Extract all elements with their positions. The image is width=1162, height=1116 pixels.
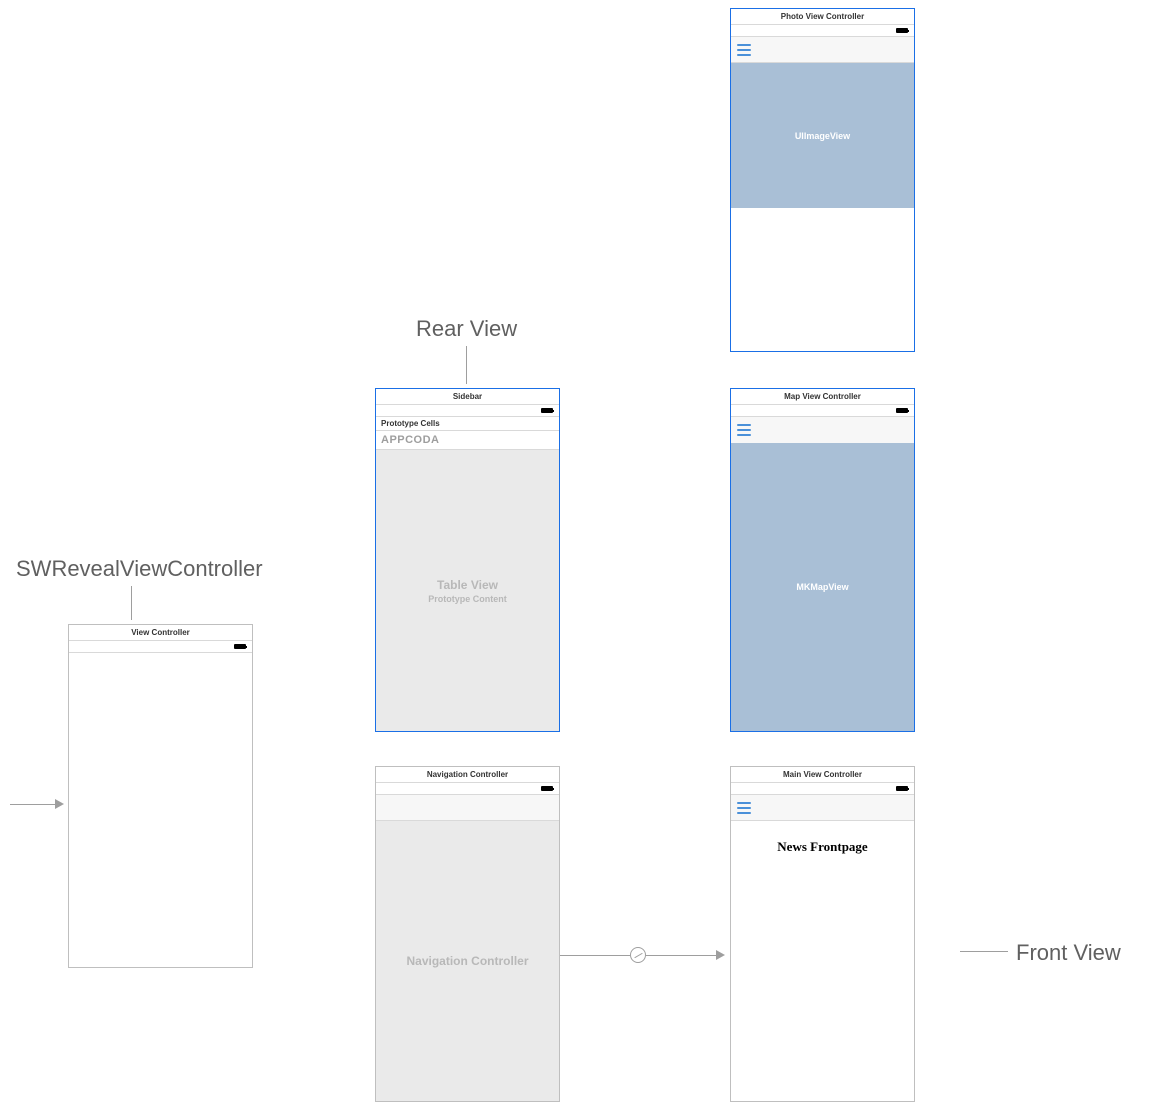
label-swreveal: SWRevealViewController bbox=[16, 556, 263, 582]
screen-root-vc[interactable]: View Controller bbox=[68, 624, 253, 968]
mkmapview-placeholder: MKMapView bbox=[731, 443, 914, 731]
nav-bar bbox=[731, 795, 914, 821]
screen-body: News Frontpage bbox=[731, 821, 914, 1101]
placeholder-title: MKMapView bbox=[796, 582, 848, 592]
status-bar bbox=[731, 405, 914, 417]
connector-rear bbox=[466, 346, 467, 384]
nav-bar bbox=[731, 37, 914, 63]
placeholder-title: UIImageView bbox=[795, 131, 850, 141]
placeholder-title: Navigation Controller bbox=[406, 954, 528, 968]
screen-navigation-controller[interactable]: Navigation Controller Navigation Control… bbox=[375, 766, 560, 1102]
uiimageview-placeholder: UIImageView bbox=[731, 63, 914, 208]
screen-header: View Controller bbox=[69, 625, 252, 641]
label-front-view: Front View bbox=[1016, 940, 1121, 966]
nav-bar bbox=[376, 795, 559, 821]
status-bar bbox=[376, 783, 559, 795]
status-bar bbox=[376, 405, 559, 417]
hamburger-icon[interactable] bbox=[737, 424, 751, 436]
map-body: MKMapView bbox=[731, 443, 914, 731]
connector-swreveal bbox=[131, 586, 132, 620]
table-view-placeholder: Table View Prototype Content bbox=[376, 450, 559, 731]
news-frontpage-title: News Frontpage bbox=[731, 839, 914, 855]
battery-icon bbox=[896, 28, 908, 33]
battery-icon bbox=[896, 408, 908, 413]
screen-sidebar[interactable]: Sidebar Prototype Cells APPCODA Table Vi… bbox=[375, 388, 560, 732]
screen-map-vc[interactable]: Map View Controller MKMapView bbox=[730, 388, 915, 732]
screen-header: Sidebar bbox=[376, 389, 559, 405]
prototype-cells-header: Prototype Cells bbox=[376, 417, 559, 431]
battery-icon bbox=[541, 786, 553, 791]
status-bar bbox=[69, 641, 252, 653]
placeholder-subtitle: Prototype Content bbox=[428, 594, 507, 604]
screen-photo-vc[interactable]: Photo View Controller UIImageView bbox=[730, 8, 915, 352]
nav-placeholder: Navigation Controller bbox=[376, 821, 559, 1101]
screen-header: Navigation Controller bbox=[376, 767, 559, 783]
screen-header: Main View Controller bbox=[731, 767, 914, 783]
arrow-entry-head bbox=[55, 799, 64, 809]
battery-icon bbox=[234, 644, 246, 649]
battery-icon bbox=[896, 786, 908, 791]
placeholder-title: Table View bbox=[437, 578, 498, 592]
screen-body: Navigation Controller bbox=[376, 821, 559, 1101]
screen-main-vc[interactable]: Main View Controller News Frontpage bbox=[730, 766, 915, 1102]
screen-body: UIImageView bbox=[731, 63, 914, 351]
nav-bar bbox=[731, 417, 914, 443]
segue-line-right bbox=[646, 955, 716, 956]
segue-arrow-head bbox=[716, 950, 725, 960]
screen-body bbox=[69, 653, 252, 967]
segue-line-left bbox=[560, 955, 630, 956]
status-bar bbox=[731, 783, 914, 795]
hamburger-icon[interactable] bbox=[737, 44, 751, 56]
battery-icon bbox=[541, 408, 553, 413]
arrow-entry-line bbox=[10, 804, 55, 805]
label-rear-view: Rear View bbox=[416, 316, 517, 342]
hamburger-icon[interactable] bbox=[737, 802, 751, 814]
screen-header: Map View Controller bbox=[731, 389, 914, 405]
connector-front bbox=[960, 951, 1008, 952]
status-bar bbox=[731, 25, 914, 37]
table-view-body: Table View Prototype Content bbox=[376, 450, 559, 731]
appcoda-cell: APPCODA bbox=[376, 431, 559, 450]
screen-header: Photo View Controller bbox=[731, 9, 914, 25]
segue-icon bbox=[630, 947, 646, 963]
